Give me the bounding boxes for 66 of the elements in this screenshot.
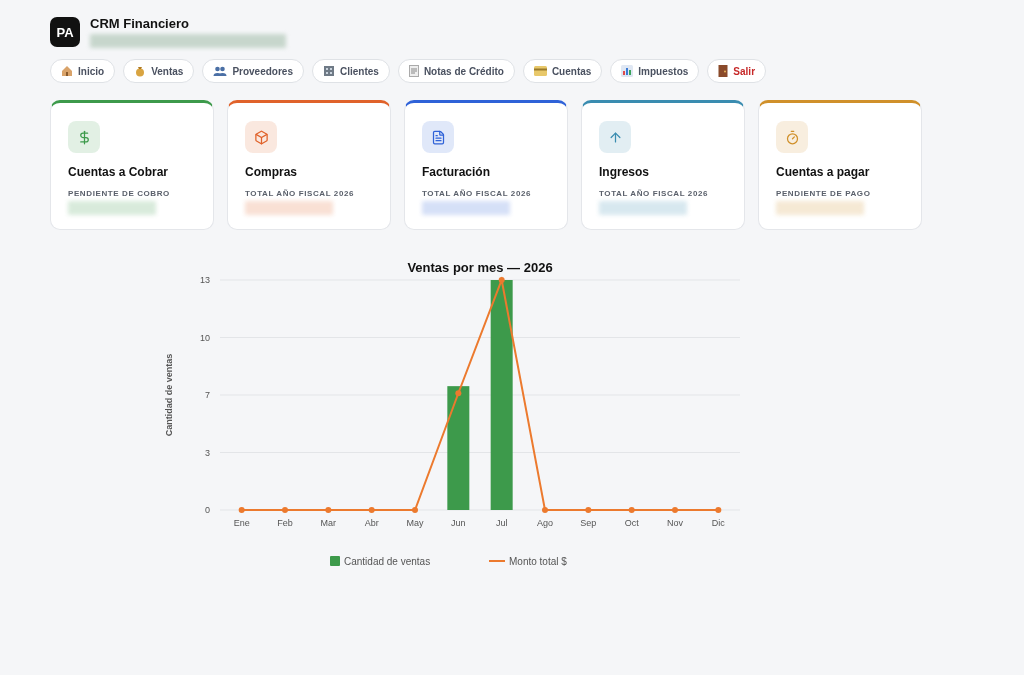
y-axis-label: Cantidad de ventas: [164, 353, 174, 437]
x-tick-label: Feb: [277, 518, 293, 528]
x-tick-label: Jun: [451, 518, 466, 528]
card-subtitle: PENDIENTE DE PAGO: [776, 189, 872, 198]
line-point: [368, 507, 375, 513]
card-subtitle: TOTAL AÑO FISCAL 2026: [599, 189, 710, 198]
card-title: Compras: [245, 165, 298, 179]
avatar: PA: [50, 17, 80, 47]
house-icon: [61, 65, 73, 77]
legend-line: [489, 560, 505, 562]
y-tick-label: 0: [205, 505, 210, 515]
card-title: Ingresos: [599, 165, 650, 179]
x-tick-label: Nov: [667, 518, 683, 528]
legend-label: Monto total $: [509, 556, 567, 567]
legend-swatch: [330, 556, 340, 566]
x-tick-label: Abr: [364, 518, 379, 528]
line-point: [628, 507, 635, 513]
app-title: CRM Financiero: [90, 16, 190, 31]
line-point: [672, 507, 678, 513]
document-icon: [430, 129, 446, 145]
card-subtitle: TOTAL AÑO FISCAL 2026: [422, 189, 533, 198]
nav-button[interactable]: Proveedores: [202, 59, 304, 83]
nav-button[interactable]: Cuentas: [522, 59, 603, 83]
card-icon: [533, 66, 547, 76]
x-tick-label: Jul: [495, 518, 508, 528]
line-point: [585, 507, 592, 513]
building-icon: [322, 65, 335, 77]
x-tick-label: Ago: [537, 518, 553, 528]
line-point: [282, 507, 288, 513]
nav-button[interactable]: Inicio: [50, 59, 116, 83]
x-tick-label: May: [406, 518, 424, 528]
nav-button[interactable]: Ventas: [123, 59, 195, 83]
line-point: [238, 507, 245, 513]
card-title: Cuentas a Cobrar: [68, 165, 170, 179]
x-tick-label: Mar: [320, 518, 337, 528]
y-tick-label: 13: [200, 275, 210, 285]
nav-button[interactable]: Salir: [707, 59, 767, 83]
x-tick-label: Ene: [233, 518, 250, 528]
y-tick-label: 7: [205, 390, 210, 400]
nav-button[interactable]: Impuestos: [610, 59, 700, 83]
timer-icon: [784, 129, 800, 145]
x-tick-label: Oct: [624, 518, 639, 528]
people-icon: [213, 65, 228, 77]
x-tick-label: Sep: [580, 518, 597, 528]
card-title: Cuentas a pagar: [776, 165, 871, 179]
nav-button[interactable]: Notas de Crédito: [397, 59, 515, 83]
card-subtitle: PENDIENTE DE COBRO: [68, 189, 171, 198]
receipt-icon: [408, 65, 419, 77]
nav-button[interactable]: Clientes: [311, 59, 390, 83]
x-tick-label: Dic: [711, 518, 725, 528]
box-icon: [253, 129, 269, 145]
line-point: [542, 507, 548, 513]
y-tick-label: 3: [205, 447, 210, 458]
door-icon: [718, 65, 729, 77]
line-point: [498, 277, 505, 283]
line-point: [455, 390, 462, 397]
line-point: [412, 507, 418, 513]
line-point: [325, 507, 332, 513]
y-tick-label: 10: [200, 332, 210, 343]
legend-label: Cantidad de ventas: [344, 556, 431, 567]
card-title: Facturación: [422, 165, 491, 179]
card-subtitle: TOTAL AÑO FISCAL 2026: [245, 189, 356, 198]
bar-chart-icon: [621, 65, 634, 77]
money-bag-icon: [134, 65, 147, 77]
chart-title: Ventas por mes — 2026: [407, 260, 553, 275]
line-point: [715, 507, 722, 513]
